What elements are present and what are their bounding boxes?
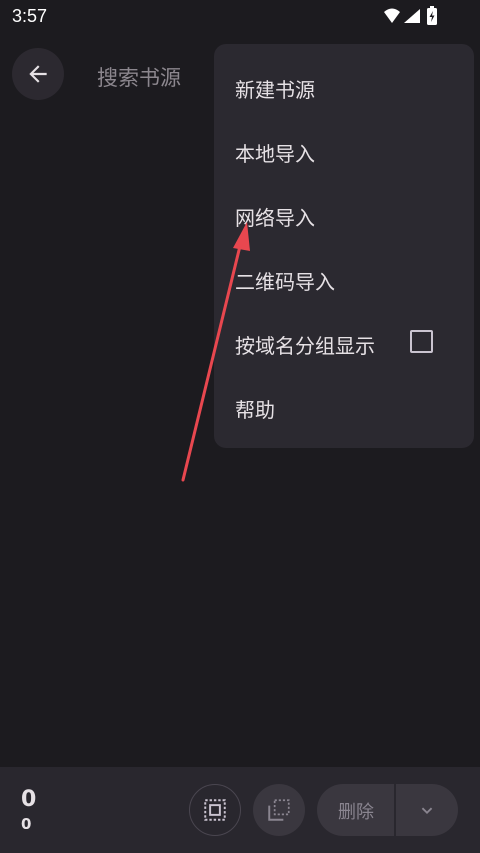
invert-selection-icon <box>268 799 290 821</box>
group-by-domain-checkbox[interactable] <box>410 330 433 353</box>
menu-item-group-by-domain[interactable]: 按域名分组显示 <box>214 310 474 374</box>
menu-item-local-import[interactable]: 本地导入 <box>214 118 474 182</box>
menu-item-label: 本地导入 <box>235 142 315 166</box>
select-all-button[interactable] <box>189 784 241 836</box>
chevron-down-icon <box>421 807 433 815</box>
select-all-icon <box>204 799 226 821</box>
search-input[interactable]: 搜索书源 <box>97 62 181 92</box>
wifi-icon <box>384 8 400 23</box>
arrow-left-icon <box>29 65 47 83</box>
bottom-bar: 0 0 删除 <box>0 767 480 853</box>
delete-options-dropdown[interactable] <box>396 784 458 836</box>
menu-item-label: 新建书源 <box>235 78 315 102</box>
menu-item-help[interactable]: 帮助 <box>214 374 474 438</box>
menu-item-label: 按域名分组显示 <box>235 334 375 358</box>
menu-item-new-source[interactable]: 新建书源 <box>214 54 474 118</box>
menu-item-qrcode-import[interactable]: 二维码导入 <box>214 246 474 310</box>
overflow-menu: 新建书源 本地导入 网络导入 二维码导入 按域名分组显示 帮助 <box>214 44 474 448</box>
signal-icon <box>404 9 420 23</box>
status-icons <box>384 6 437 25</box>
total-count: 0 <box>21 815 32 833</box>
status-bar: 3:57 <box>0 0 480 34</box>
menu-item-label: 帮助 <box>235 398 275 422</box>
menu-item-network-import[interactable]: 网络导入 <box>214 182 474 246</box>
delete-label: 删除 <box>338 802 374 823</box>
menu-item-label: 网络导入 <box>235 206 315 230</box>
status-time: 3:57 <box>12 6 48 26</box>
battery-charging-icon <box>427 6 437 25</box>
back-button[interactable] <box>12 48 64 100</box>
selected-count: 0 <box>21 787 37 812</box>
delete-button[interactable]: 删除 <box>317 784 394 836</box>
invert-selection-button[interactable] <box>253 784 305 836</box>
menu-item-label: 二维码导入 <box>235 270 335 294</box>
